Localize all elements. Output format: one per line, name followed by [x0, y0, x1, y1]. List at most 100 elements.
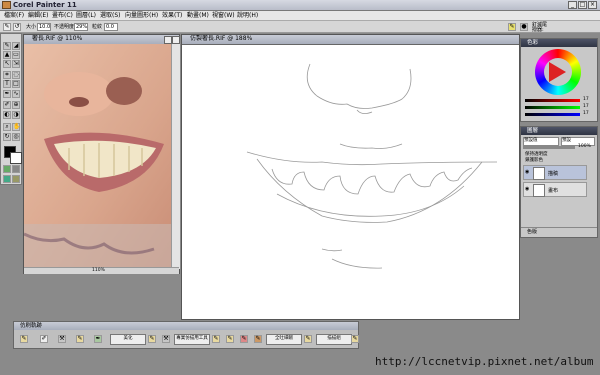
crop-icon[interactable]: ⌗ [3, 71, 11, 79]
grain-label: 粒紋 [92, 24, 103, 30]
text-tool-icon[interactable]: T [3, 80, 11, 88]
tracker-button[interactable]: 美化 [110, 334, 146, 345]
brush-category-icon[interactable]: ✎ [508, 23, 516, 31]
shape-tool-icon[interactable]: □ [12, 80, 20, 88]
size-field[interactable]: 10.0 [37, 23, 51, 31]
minimize-button[interactable]: _ [568, 1, 577, 9]
brush-variant-label: 撥器: [532, 27, 544, 33]
layer-row[interactable]: ◉ 描稿 [523, 165, 587, 180]
face-photo [24, 44, 171, 268]
menu-edit[interactable]: 編輯(E) [28, 12, 48, 20]
brush-tool-icon[interactable]: ✎ [3, 42, 11, 50]
toolbox: ✎ ◢ ▲ ▭ ↖ ⇲ ⌗ ◌ T □ ✒ ∿ ✐ ⊕ ◐ ◑ ⌕ ✋ ↻ ◎ [0, 33, 22, 185]
rubber-stamp-icon[interactable]: ⊕ [12, 101, 20, 109]
menu-layers[interactable]: 圖層(L) [76, 12, 96, 20]
menu-shapes[interactable]: 向量圖形(H) [125, 12, 158, 20]
pen-tool-icon[interactable]: ✒ [3, 90, 11, 98]
menu-effects[interactable]: 效果(T) [162, 12, 182, 20]
color-panel: 色彩 17 17 17 [520, 38, 598, 122]
opacity-field[interactable]: 29% [74, 23, 88, 31]
layer-adjuster-icon[interactable]: ↖ [3, 60, 11, 68]
reference-status-bar: 110% [24, 267, 179, 274]
brush-slot-icon[interactable]: ✒ [94, 335, 102, 343]
clone-canvas-window[interactable]: 仿製奢長.RIF @ 188% [181, 34, 520, 320]
brush-slot-icon[interactable]: ✎ [212, 335, 220, 343]
brush-slot-icon[interactable]: ⚒ [162, 335, 170, 343]
menu-select[interactable]: 選取(S) [100, 12, 121, 20]
lasso-icon[interactable]: ◌ [12, 71, 20, 79]
grain-field[interactable]: 0.0 [104, 23, 118, 31]
brush-tracker-title: 仿刷軌跡 [14, 322, 358, 330]
maximize-button[interactable]: □ [578, 1, 587, 9]
green-value: 17 [583, 104, 589, 109]
gradient-selector-icon[interactable] [3, 175, 11, 183]
brush-tracker-palette: 仿刷軌跡 ✎ ✐ ⚒ ✎ ✒ 美化 ✎ ⚒ 專業仿描用工具 ✎ ✎ ✎ ✎ 全吐… [13, 321, 359, 349]
blue-slider[interactable] [525, 113, 580, 116]
paper-selector-icon[interactable] [3, 165, 11, 173]
eye-icon[interactable]: ◉ [525, 169, 529, 175]
menu-help[interactable]: 說明(H) [237, 12, 258, 20]
close-button[interactable]: × [588, 1, 597, 9]
sketch-canvas[interactable] [182, 44, 519, 319]
color-wheel[interactable] [535, 49, 581, 95]
channels-tab[interactable]: 色版 [521, 227, 597, 238]
menu-bar: 檔案(F) 編輯(E) 畫布(C) 圖層(L) 選取(S) 向量圖形(H) 效果… [0, 11, 600, 21]
menu-movie[interactable]: 動畫(M) [187, 12, 209, 20]
eraser-icon[interactable]: ▭ [12, 51, 20, 59]
pattern-selector-icon[interactable] [12, 165, 20, 173]
brush-slot-icon[interactable]: ✎ [20, 335, 28, 343]
menu-file[interactable]: 檔案(F) [4, 12, 24, 20]
layers-panel-title: 圖層 [521, 127, 597, 135]
dodge-icon[interactable]: ◐ [3, 111, 11, 119]
red-slider[interactable] [525, 99, 580, 102]
bezier-icon[interactable]: ∿ [12, 90, 20, 98]
divine-proportion-icon[interactable]: ◎ [12, 133, 20, 141]
menu-canvas[interactable]: 畫布(C) [52, 12, 73, 20]
layer-thumbnail [533, 167, 545, 180]
blue-value: 17 [583, 111, 589, 116]
brush-slot-icon[interactable]: ⚒ [58, 335, 66, 343]
burn-icon[interactable]: ◑ [12, 111, 20, 119]
blend-mode-select[interactable]: 預設值 [523, 137, 559, 146]
additional-color-swatch[interactable] [10, 152, 22, 164]
reference-scrollbar[interactable] [171, 44, 180, 269]
grabber-icon[interactable]: ✋ [12, 123, 20, 131]
layer-row[interactable]: ◉ 畫布 [523, 182, 587, 197]
reference-minimize-button[interactable] [164, 36, 172, 44]
green-slider[interactable] [525, 106, 580, 109]
brush-slot-icon[interactable]: ✎ [304, 335, 312, 343]
brush-variant-icon[interactable]: ● [520, 23, 528, 31]
reference-zoom-label: 110% [92, 268, 105, 273]
title-bar: Corel Painter 11 _ □ × [0, 0, 600, 11]
brush-slot-icon[interactable]: ✎ [76, 335, 84, 343]
color-panel-title: 色彩 [521, 39, 597, 47]
pick-up-underlying-option[interactable]: 鎖護影色 [525, 157, 543, 163]
brush-slot-icon[interactable]: ✎ [226, 335, 234, 343]
menu-window[interactable]: 視窗(W) [212, 12, 235, 20]
reference-close-button[interactable] [172, 36, 180, 44]
brush-slot-icon[interactable]: ✎ [351, 335, 359, 343]
reset-icon[interactable]: ↺ [13, 23, 21, 31]
brush-slot-icon[interactable]: ✐ [40, 335, 48, 343]
tracker-button[interactable]: 描描組 [316, 334, 352, 345]
brush-slot-icon[interactable]: ✎ [240, 335, 248, 343]
app-title: Corel Painter 11 [13, 1, 77, 9]
layer-opacity-slider[interactable] [523, 146, 575, 149]
weaving-selector-icon[interactable] [12, 175, 20, 183]
cloner-tool-icon[interactable]: ✐ [3, 101, 11, 109]
dropper-tool-icon[interactable]: ◢ [12, 42, 20, 50]
rotate-page-icon[interactable]: ↻ [3, 133, 11, 141]
transform-icon[interactable]: ⇲ [12, 60, 20, 68]
tracker-button[interactable]: 專業仿描用工具 [174, 334, 210, 345]
eye-icon[interactable]: ◉ [525, 186, 529, 192]
reference-window[interactable]: 奢長.RIF @ 110% 110% [23, 34, 180, 274]
magnifier-icon[interactable]: ⌕ [3, 123, 11, 131]
brush-slot-icon[interactable]: ✎ [254, 335, 262, 343]
brush-slot-icon[interactable]: ✎ [148, 335, 156, 343]
tracker-button[interactable]: 全吐細韌 [266, 334, 302, 345]
paint-bucket-icon[interactable]: ▲ [3, 51, 11, 59]
red-value: 17 [583, 97, 589, 102]
saturation-triangle[interactable] [549, 62, 566, 82]
brush-icon[interactable]: ✎ [3, 23, 11, 31]
watermark-url: http://lccnetvip.pixnet.net/album [375, 355, 594, 368]
